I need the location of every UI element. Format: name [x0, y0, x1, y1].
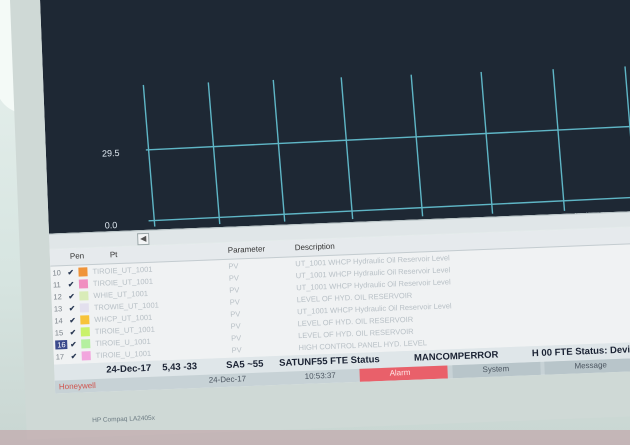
y-tick-label: 29.5	[102, 148, 120, 159]
desk-surface	[0, 430, 630, 445]
pen-color-swatch[interactable]	[78, 279, 89, 289]
grid-line-vertical	[142, 84, 156, 227]
pen-table: Pen Pt Parameter Description 10 ✔ TIROIE_U…	[49, 226, 630, 365]
grid-line-vertical	[552, 69, 566, 211]
row-checkbox[interactable]: ✔	[69, 316, 76, 325]
pen-color-swatch[interactable]	[78, 267, 88, 277]
row-number: 17	[55, 352, 65, 362]
status-time: 5,43 -33	[162, 361, 198, 374]
message-label: Message	[574, 360, 608, 371]
grid-line-vertical	[272, 79, 286, 222]
header-description[interactable]: Description	[295, 242, 335, 253]
header-parameter[interactable]: Parameter	[228, 244, 266, 254]
row-tag: WHCP_UT_1001	[94, 312, 153, 324]
row-tag: TIROIE_U_1001	[95, 336, 151, 348]
grid-line-vertical	[480, 71, 494, 214]
row-tag: WHIE_UT_1001	[93, 288, 149, 301]
row-tag: TIROIE_UT_1001	[92, 276, 154, 289]
scroll-left-button[interactable]: ◀	[137, 232, 150, 246]
pen-color-swatch[interactable]	[81, 339, 91, 349]
honeywell-logo: Honeywell	[58, 380, 96, 392]
pen-color-swatch[interactable]	[80, 327, 90, 337]
row-parameter: PV	[229, 285, 240, 295]
row-parameter: PV	[228, 273, 240, 283]
row-checkbox[interactable]: ✔	[70, 328, 77, 337]
row-parameter: PV	[230, 321, 241, 331]
row-checkbox[interactable]: ✔	[67, 268, 74, 277]
screen: 29.50.012/11/201712/12/201712/13/201712/…	[39, 0, 630, 394]
trend-chart[interactable]: 29.50.012/11/201712/12/201712/13/201712/…	[39, 0, 630, 234]
system-label: System	[482, 364, 510, 375]
pen-color-swatch[interactable]	[81, 351, 91, 361]
bottom-time: 10:53:37	[304, 370, 336, 381]
row-tag: TIROIE_UT_1001	[92, 264, 153, 277]
row-number: 16	[55, 340, 68, 350]
row-checkbox[interactable]: ✔	[68, 280, 75, 289]
monitor: 29.50.012/11/201712/12/201712/13/201712/…	[10, 0, 630, 445]
row-number: 12	[53, 292, 62, 302]
header-tag[interactable]: Pt	[110, 250, 118, 259]
row-tag: TIROIE_U_1001	[95, 348, 152, 360]
row-checkbox[interactable]: ✔	[69, 304, 76, 313]
y-tick-label: 0.0	[105, 220, 118, 230]
bottom-date: 24-Dec-17	[208, 374, 247, 385]
status-field-4: H 00 FTE Status: Devi	[531, 344, 630, 360]
row-checkbox[interactable]: ✔	[68, 292, 75, 301]
pen-color-swatch[interactable]	[79, 303, 90, 313]
alarm-label: Alarm	[389, 367, 411, 378]
row-number: 10	[52, 268, 62, 278]
row-number: 14	[54, 316, 63, 326]
status-field-2: SATUNF55 FTE Status	[278, 354, 380, 369]
pen-color-swatch[interactable]	[80, 315, 90, 325]
row-checkbox[interactable]: ✔	[70, 340, 77, 349]
row-parameter: PV	[228, 261, 239, 271]
grid-line-vertical	[340, 77, 354, 220]
header-pen[interactable]: Pen	[70, 251, 85, 261]
trend-chart-svg: 29.50.012/11/201712/12/201712/13/201712/…	[102, 66, 630, 234]
row-number: 13	[53, 304, 63, 314]
status-field-3: MANCOMPERROR	[413, 349, 499, 364]
grid-line-vertical	[624, 66, 630, 209]
grid-line-vertical	[410, 74, 424, 217]
row-parameter: PV	[231, 345, 242, 355]
row-number: 11	[52, 280, 61, 290]
row-number: 15	[54, 328, 64, 338]
row-checkbox[interactable]: ✔	[71, 352, 78, 361]
row-parameter: PV	[230, 309, 241, 319]
row-parameter: PV	[229, 297, 240, 307]
pen-color-swatch[interactable]	[79, 291, 89, 301]
status-date: 24-Dec-17	[106, 362, 152, 376]
row-tag: TIROIE_UT_1001	[94, 324, 155, 336]
row-tag: TROWIE_UT_1001	[93, 300, 160, 313]
status-field-1: SA5 ~55	[225, 358, 264, 371]
grid-line-vertical	[207, 82, 221, 225]
row-parameter: PV	[230, 333, 242, 343]
